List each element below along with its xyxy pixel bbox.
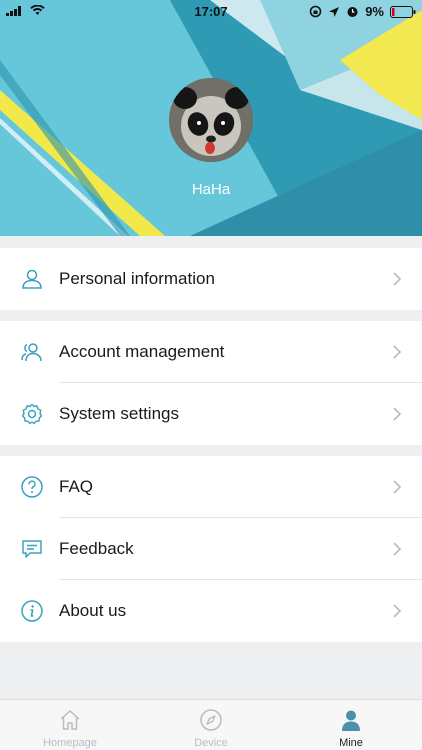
menu-label: About us bbox=[59, 601, 127, 620]
menu-label: FAQ bbox=[59, 477, 94, 496]
tab-label: Homepage bbox=[43, 737, 97, 749]
user-icon bbox=[22, 269, 42, 289]
chevron-right-icon bbox=[393, 345, 402, 359]
question-circle-icon bbox=[21, 476, 43, 498]
menu-section-support: FAQ Feedback About us bbox=[0, 456, 422, 642]
orientation-lock-icon bbox=[309, 5, 322, 18]
message-icon bbox=[22, 540, 42, 558]
status-bar: 17:07 9% bbox=[0, 0, 422, 22]
battery-icon bbox=[390, 5, 416, 18]
compass-icon bbox=[200, 709, 222, 731]
menu-item-faq[interactable]: FAQ bbox=[0, 456, 422, 518]
menu-item-account-management[interactable]: Account management bbox=[0, 321, 422, 383]
avatar[interactable] bbox=[169, 78, 253, 162]
battery-percentage: 9% bbox=[365, 4, 384, 19]
menu-label: Account management bbox=[59, 342, 225, 361]
chevron-right-icon bbox=[393, 407, 402, 421]
menu-item-system-settings[interactable]: System settings bbox=[0, 383, 422, 445]
gear-icon bbox=[21, 403, 43, 425]
menu-item-about-us[interactable]: About us bbox=[0, 580, 422, 642]
menu-item-personal-information[interactable]: Personal information bbox=[0, 248, 422, 310]
tab-mine[interactable]: Mine bbox=[281, 700, 421, 750]
username: HaHa bbox=[191, 181, 231, 198]
alarm-icon bbox=[347, 7, 358, 17]
info-circle-icon bbox=[21, 600, 43, 622]
menu-label: Personal information bbox=[59, 269, 215, 288]
chevron-right-icon bbox=[393, 480, 402, 494]
location-icon bbox=[329, 6, 340, 17]
bottom-tab-bar: Homepage Device Mine bbox=[0, 699, 422, 750]
menu-label: System settings bbox=[59, 404, 179, 423]
menu-section-account: Account management System settings bbox=[0, 321, 422, 445]
users-icon bbox=[21, 343, 42, 362]
menu-item-feedback[interactable]: Feedback bbox=[0, 518, 422, 580]
chevron-right-icon bbox=[393, 604, 402, 618]
tab-label: Mine bbox=[339, 737, 363, 749]
person-icon bbox=[342, 710, 360, 731]
home-icon bbox=[60, 710, 80, 730]
tab-device[interactable]: Device bbox=[141, 700, 281, 750]
chevron-right-icon bbox=[393, 542, 402, 556]
tab-homepage[interactable]: Homepage bbox=[0, 700, 140, 750]
chevron-right-icon bbox=[393, 272, 402, 286]
menu-section-profile: Personal information bbox=[0, 248, 422, 310]
tab-label: Device bbox=[194, 737, 228, 749]
profile-header: 17:07 9% HaHa bbox=[0, 0, 422, 236]
panda-avatar-image bbox=[169, 78, 253, 162]
menu-label: Feedback bbox=[59, 539, 134, 558]
